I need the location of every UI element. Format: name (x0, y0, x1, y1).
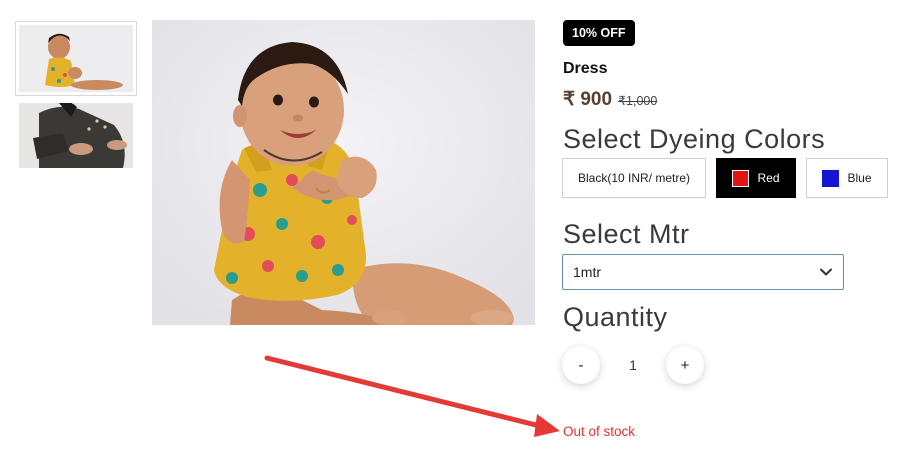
color-option-label: Red (757, 171, 780, 185)
color-option-black[interactable]: Black(10 INR/ metre) (562, 158, 706, 198)
current-price: ₹ 900 (563, 89, 613, 110)
decrease-quantity-button[interactable]: - (562, 346, 600, 384)
original-price: ₹1,000 (618, 94, 658, 108)
stock-status: Out of stock (563, 424, 636, 439)
dyeing-colors-title: Select Dyeing Colors (563, 124, 826, 154)
baby-thumbnail-image (19, 25, 133, 92)
thumbnail-baby-dress[interactable] (15, 21, 137, 96)
thumbnail-kurti[interactable] (19, 103, 133, 168)
increase-quantity-button[interactable]: + (666, 346, 704, 384)
quantity-value: 1 (629, 357, 637, 373)
price-row: ₹ 900 ₹1,000 (563, 88, 657, 111)
quantity-stepper: - 1 + (562, 346, 704, 384)
meter-title: Select Mtr (563, 219, 690, 249)
blue-swatch (822, 169, 840, 187)
color-option-label: Black(10 INR/ metre) (577, 171, 691, 185)
product-main-image (152, 20, 535, 325)
color-option-red[interactable]: Red (716, 158, 796, 198)
color-options: Black(10 INR/ metre) Red Blue (562, 158, 888, 198)
product-name: Dress (563, 60, 608, 77)
chevron-down-icon (820, 268, 832, 276)
meter-select[interactable]: 1mtr (562, 254, 844, 290)
meter-select-value: 1mtr (573, 264, 601, 280)
baby-photo (152, 20, 535, 325)
quantity-title: Quantity (563, 302, 668, 332)
color-option-blue[interactable]: Blue (806, 158, 888, 198)
discount-badge: 10% OFF (563, 20, 635, 46)
color-option-label: Blue (847, 171, 872, 185)
red-swatch (732, 169, 750, 187)
kurti-thumbnail-image (19, 103, 133, 168)
